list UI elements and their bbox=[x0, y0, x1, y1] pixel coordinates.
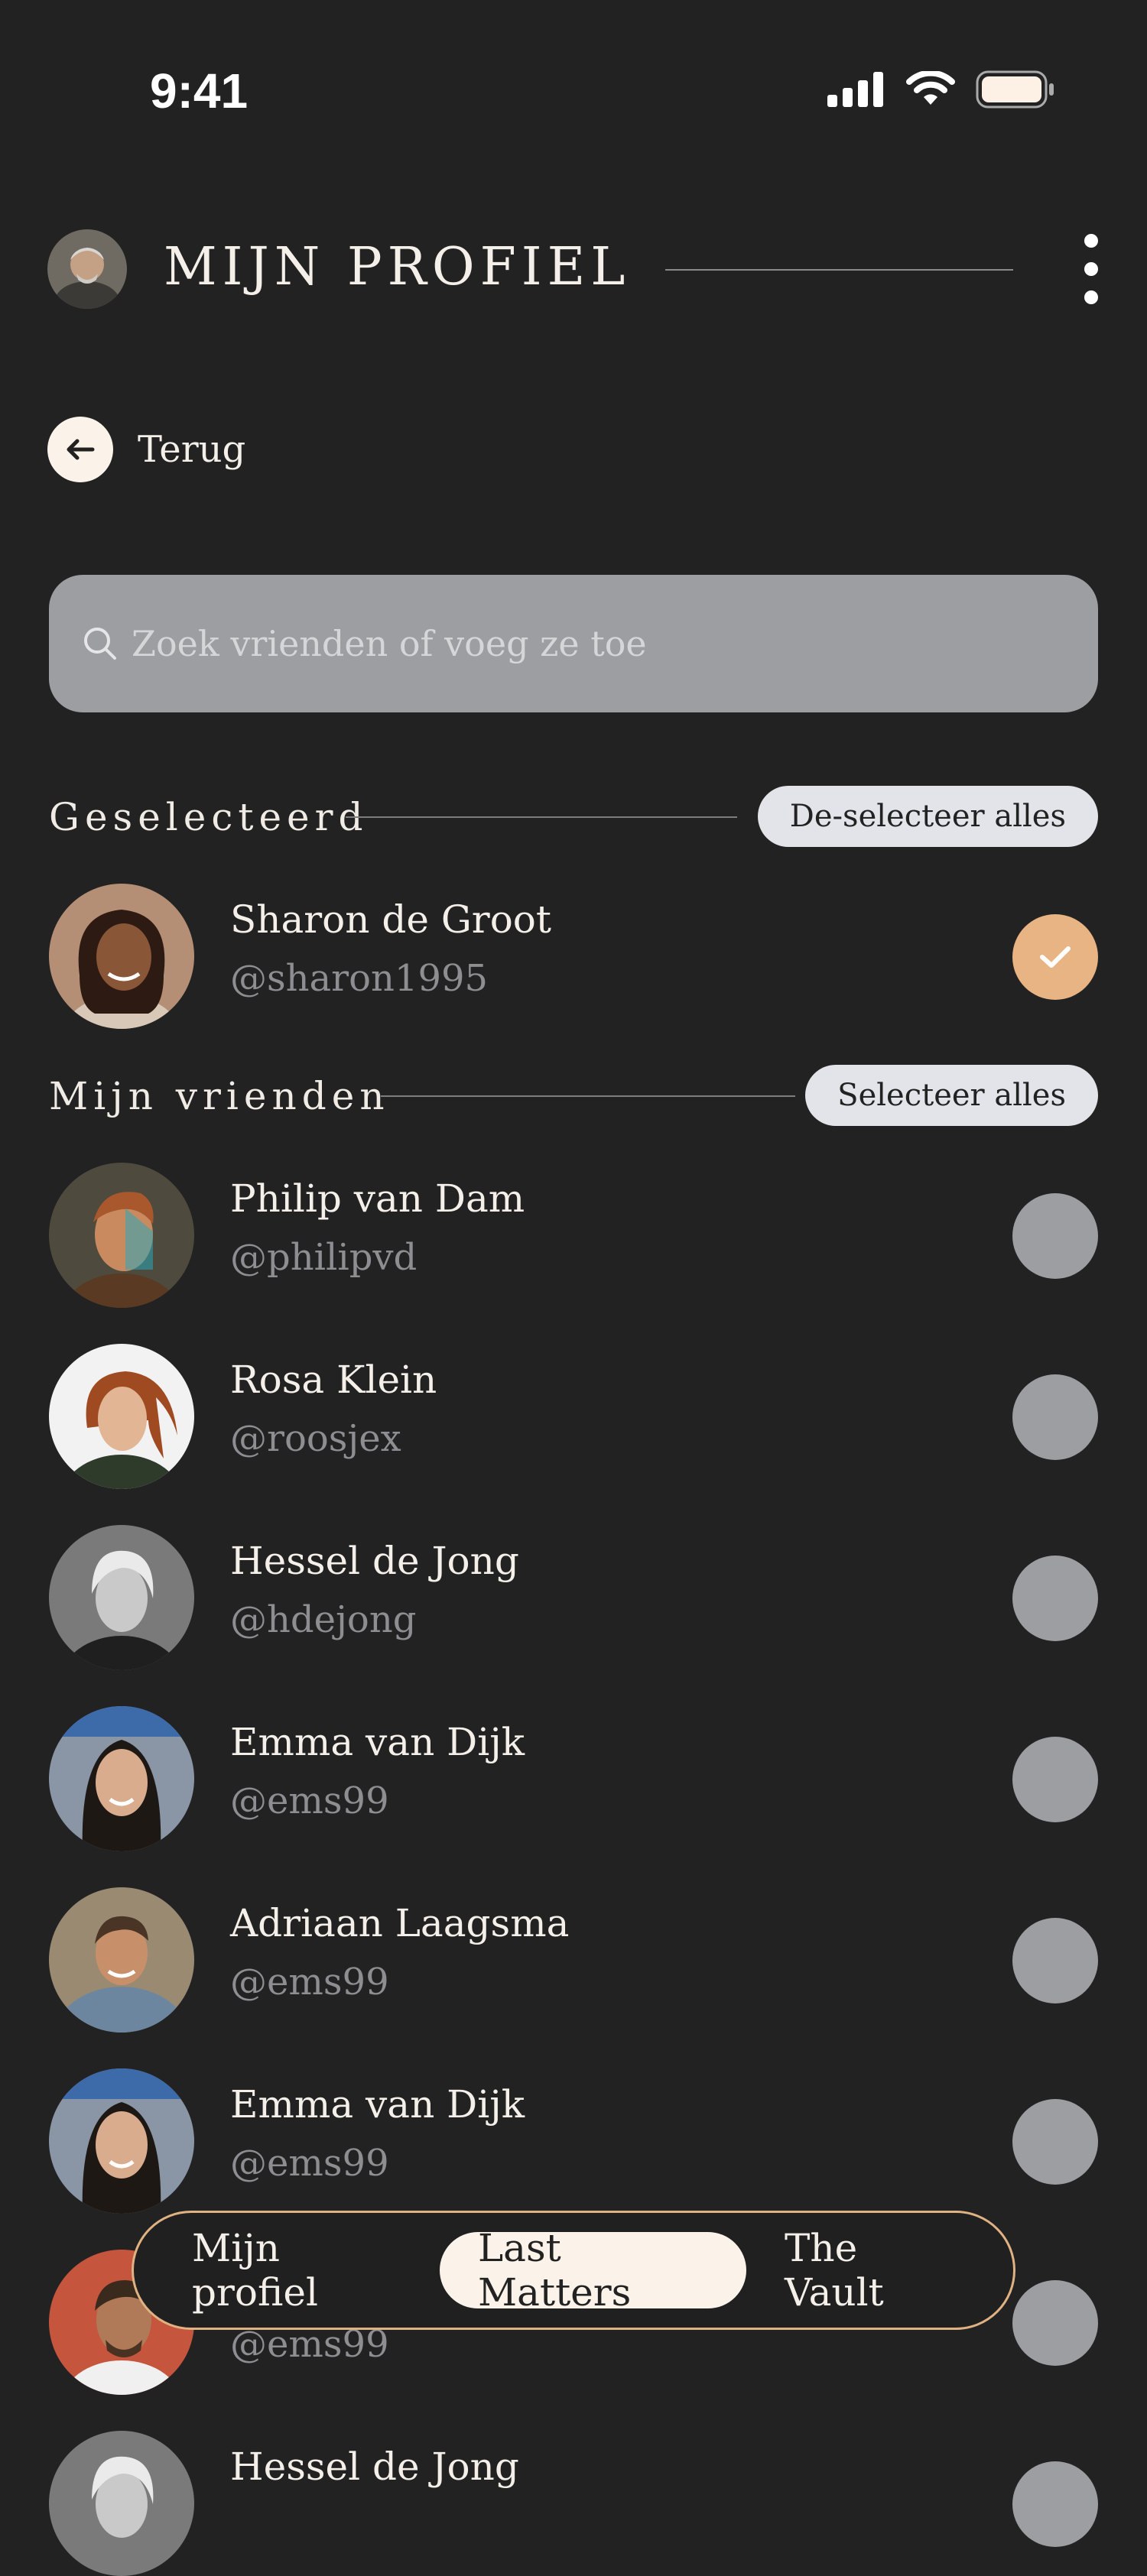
section-divider bbox=[346, 816, 737, 818]
friend-handle: @ems99 bbox=[230, 1780, 389, 1822]
tab-mijn-profiel[interactable]: Mijn profiel bbox=[154, 2226, 440, 2315]
search-icon bbox=[84, 628, 116, 660]
friend-handle: @roosjex bbox=[230, 1417, 401, 1460]
section-title-selected: Geselecteerd bbox=[49, 795, 369, 839]
list-item[interactable]: Rosa Klein @roosjex bbox=[49, 1344, 1098, 1489]
status-icons bbox=[827, 70, 1055, 109]
avatar bbox=[49, 1163, 194, 1308]
deselect-all-button[interactable]: De-selecteer alles bbox=[757, 786, 1098, 847]
avatar bbox=[49, 1706, 194, 1851]
list-item[interactable]: Adriaan Laagsma @ems99 bbox=[49, 1887, 1098, 2033]
list-item[interactable]: Sharon de Groot @sharon1995 bbox=[49, 884, 1098, 1029]
avatar[interactable] bbox=[47, 229, 127, 309]
search-bar[interactable] bbox=[49, 575, 1098, 712]
back-button[interactable]: Terug bbox=[47, 417, 245, 482]
app-header: MIJN PROFIEL bbox=[0, 222, 1147, 321]
list-item[interactable]: Hessel de Jong @hdejong bbox=[49, 1525, 1098, 1670]
more-menu-icon[interactable] bbox=[1078, 234, 1104, 304]
select-toggle[interactable] bbox=[1012, 1374, 1098, 1460]
select-toggle[interactable] bbox=[1012, 1737, 1098, 1822]
back-label: Terug bbox=[138, 428, 246, 471]
friend-name: Emma van Dijk bbox=[230, 2082, 525, 2127]
select-all-button[interactable]: Selecteer alles bbox=[805, 1065, 1098, 1126]
list-item[interactable]: Emma van Dijk @ems99 bbox=[49, 1706, 1098, 1851]
avatar bbox=[49, 1344, 194, 1489]
friend-name: Sharon de Groot bbox=[230, 897, 551, 942]
checkmark-icon[interactable] bbox=[1012, 914, 1098, 1000]
page-title: MIJN PROFIEL bbox=[164, 237, 631, 297]
friend-handle: @philipvd bbox=[230, 1236, 418, 1279]
friend-handle: @ems99 bbox=[230, 1961, 389, 2003]
select-toggle[interactable] bbox=[1012, 1193, 1098, 1279]
header-divider bbox=[665, 269, 1013, 271]
tab-the-vault[interactable]: The Vault bbox=[746, 2226, 993, 2315]
list-item[interactable]: Emma van Dijk @ems99 bbox=[49, 2068, 1098, 2214]
friends-section-header: Mijn vrienden Selecteer alles bbox=[49, 1065, 1098, 1126]
friend-name: Emma van Dijk bbox=[230, 1720, 525, 1764]
battery-icon bbox=[976, 70, 1054, 109]
friend-name: Philip van Dam bbox=[230, 1176, 525, 1221]
tab-last-matters[interactable]: Last Matters bbox=[439, 2226, 747, 2315]
select-toggle[interactable] bbox=[1012, 1556, 1098, 1641]
avatar bbox=[49, 1525, 194, 1670]
search-input[interactable] bbox=[130, 622, 1098, 665]
arrow-left-icon bbox=[47, 417, 113, 482]
friend-handle: @ems99 bbox=[230, 2142, 389, 2185]
avatar bbox=[49, 1887, 194, 2033]
friend-name: Adriaan Laagsma bbox=[230, 1901, 570, 1945]
select-toggle[interactable] bbox=[1012, 2099, 1098, 2185]
avatar bbox=[49, 884, 194, 1029]
select-toggle[interactable] bbox=[1012, 2280, 1098, 2366]
section-title-friends: Mijn vrienden bbox=[49, 1074, 390, 1118]
signal-icon bbox=[827, 72, 883, 107]
status-bar: 9:41 bbox=[0, 0, 1147, 176]
wifi-icon bbox=[906, 71, 955, 105]
section-divider bbox=[381, 1095, 795, 1097]
friend-handle: @hdejong bbox=[230, 1598, 417, 1641]
list-item[interactable]: Hessel de Jong bbox=[49, 2431, 1098, 2576]
select-toggle[interactable] bbox=[1012, 2461, 1098, 2547]
friend-name: Rosa Klein bbox=[230, 1358, 437, 1402]
friend-name: Hessel de Jong bbox=[230, 2445, 519, 2489]
status-time: 9:41 bbox=[150, 63, 249, 118]
avatar bbox=[49, 2431, 194, 2576]
list-item[interactable]: Philip van Dam @philipvd bbox=[49, 1163, 1098, 1308]
bottom-tab-bar: Mijn profiel Last Matters The Vault bbox=[132, 2211, 1015, 2330]
selected-section-header: Geselecteerd De-selecteer alles bbox=[49, 786, 1098, 847]
select-toggle[interactable] bbox=[1012, 1918, 1098, 2003]
avatar bbox=[49, 2068, 194, 2214]
friend-name: Hessel de Jong bbox=[230, 1539, 519, 1583]
friend-handle: @sharon1995 bbox=[230, 957, 489, 1000]
